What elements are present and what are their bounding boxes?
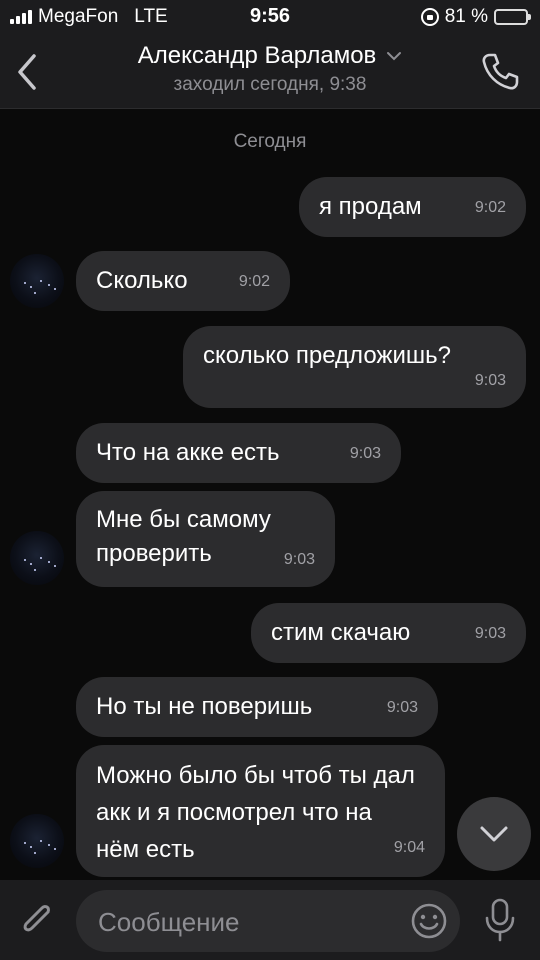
microphone-icon: [485, 898, 515, 942]
message-time: 9:03: [474, 372, 506, 389]
rotation-lock-icon: [420, 8, 439, 26]
message-composer: [0, 880, 540, 960]
outgoing-message[interactable]: сколько предложишь? 9:03: [183, 326, 526, 408]
date-separator: Сегодня: [233, 131, 307, 152]
attach-button[interactable]: [18, 898, 58, 942]
battery-icon: [494, 9, 531, 25]
message-text: я продам: [319, 193, 422, 220]
avatar[interactable]: [10, 531, 64, 585]
message-time: 9:02: [474, 199, 506, 216]
call-button[interactable]: [478, 50, 522, 94]
message-time: 9:03: [349, 445, 381, 462]
message-text: Сколько: [96, 267, 188, 294]
emoji-button[interactable]: [410, 902, 448, 940]
message-text: стим скачаю: [271, 619, 411, 646]
message-text: сколько предложишь?: [203, 342, 451, 369]
message-list[interactable]: Сегодня я продам 9:02 Сколько 9:02 сколь…: [0, 109, 540, 880]
message-time: 9:03: [474, 625, 506, 642]
outgoing-message[interactable]: стим скачаю 9:03: [251, 603, 526, 663]
last-seen: заходил сегодня, 9:38: [173, 74, 367, 95]
message-time: 9:03: [283, 551, 315, 568]
chevron-down-icon: [480, 826, 508, 842]
battery-percent: 81 %: [444, 6, 488, 27]
message-text: Что на акке есть: [96, 439, 280, 466]
status-bar: MegaFon LTE 9:56 81 %: [0, 0, 540, 34]
avatar[interactable]: [10, 814, 64, 868]
incoming-message[interactable]: Что на акке есть 9:03: [76, 423, 401, 483]
message-text: Можно было бы чтоб ты дал акк и я посмот…: [96, 762, 415, 863]
message-time: 9:03: [386, 699, 418, 716]
smiley-icon: [411, 903, 447, 939]
message-time: 9:02: [238, 273, 270, 290]
incoming-message[interactable]: Но ты не поверишь 9:03: [76, 677, 438, 737]
voice-message-button[interactable]: [480, 896, 520, 944]
message-field[interactable]: [76, 890, 460, 952]
chat-header: MegaFon LTE 9:56 81 % Александр Варламов…: [0, 0, 540, 109]
message-time: 9:04: [393, 839, 425, 856]
message-input[interactable]: [96, 902, 400, 942]
paperclip-icon: [23, 905, 50, 932]
message-text: Но ты не поверишь: [96, 693, 313, 720]
scroll-to-bottom-button[interactable]: [457, 797, 531, 871]
phone-icon: [482, 53, 519, 90]
outgoing-message[interactable]: я продам 9:02: [299, 177, 526, 237]
battery-info: 81 %: [420, 6, 531, 28]
contact-name: Александр Варламов: [137, 42, 377, 69]
chevron-down-icon: [387, 52, 402, 61]
incoming-message[interactable]: Сколько 9:02: [76, 251, 290, 311]
avatar[interactable]: [10, 254, 64, 308]
contact-info[interactable]: Александр Варламов заходил сегодня, 9:38: [0, 42, 540, 96]
incoming-message[interactable]: Можно было бы чтоб ты дал акк и я посмот…: [76, 745, 445, 877]
incoming-message[interactable]: Мне бы самому проверить 9:03: [76, 491, 335, 587]
